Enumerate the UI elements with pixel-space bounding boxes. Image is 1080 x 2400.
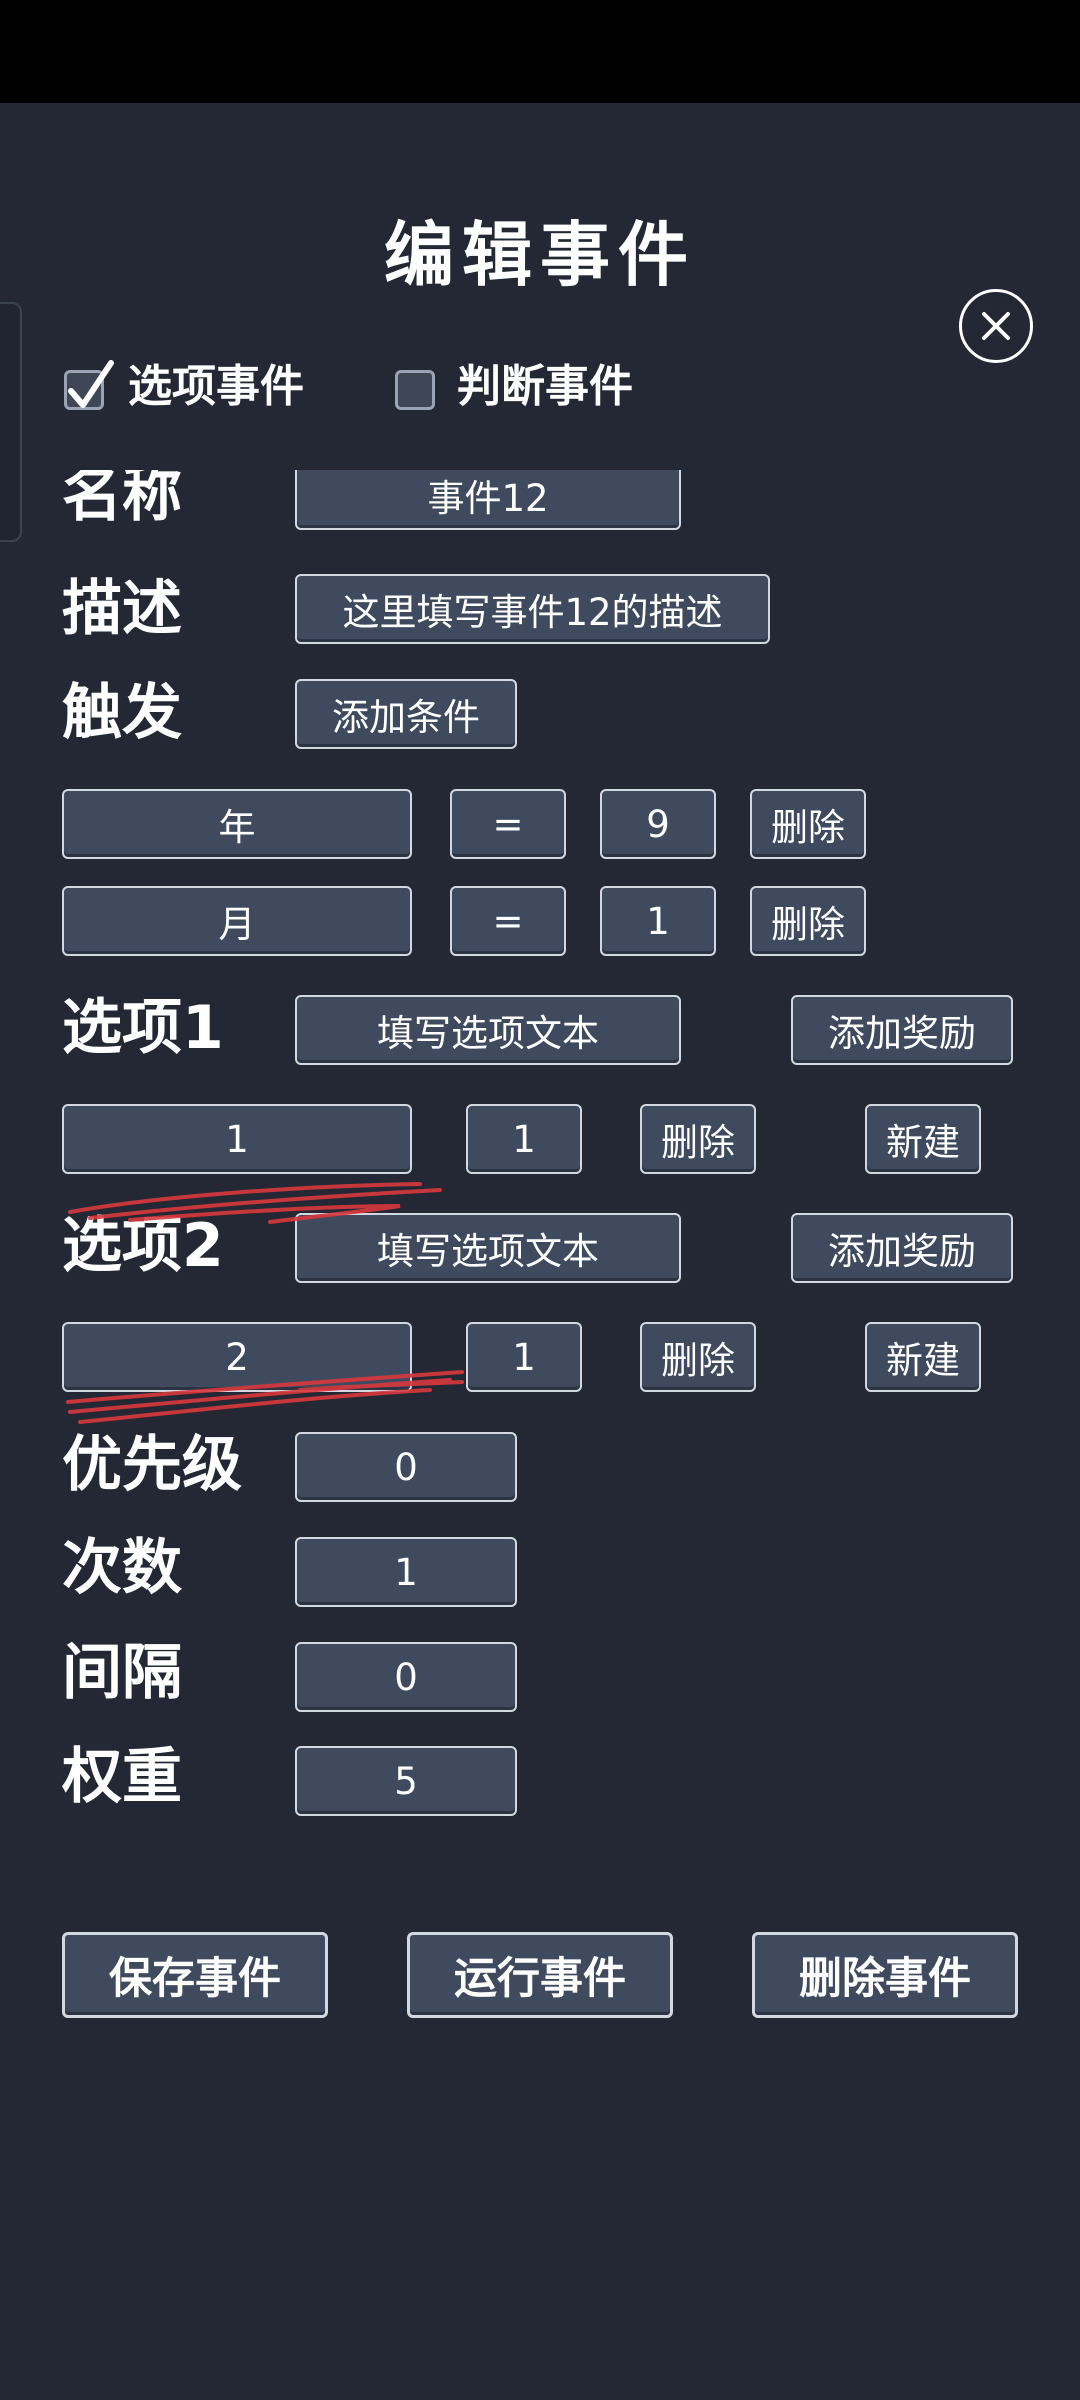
option1-label: 选项1 [62, 993, 224, 1063]
condition-operator-select[interactable]: = [450, 789, 566, 859]
condition-delete-button[interactable]: 删除 [750, 789, 866, 859]
condition-operator-select[interactable]: = [450, 886, 566, 956]
condition-field-select[interactable]: 年 [62, 789, 412, 859]
option2-text-field[interactable]: 填写选项文本 [295, 1213, 681, 1283]
checkmark-icon [68, 360, 114, 408]
option2-reward-amount-input[interactable]: 1 [466, 1322, 582, 1392]
option2-reward-new-button[interactable]: 新建 [865, 1322, 981, 1392]
page-title: 编辑事件 [384, 214, 696, 296]
name-label: 名称 [62, 470, 182, 530]
option2-reward-select[interactable]: 2 [62, 1322, 412, 1392]
option2-add-reward-button[interactable]: 添加奖励 [791, 1213, 1013, 1283]
option1-reward-amount-input[interactable]: 1 [466, 1104, 582, 1174]
option2-label: 选项2 [62, 1211, 224, 1281]
condition-value-input[interactable]: 9 [600, 789, 716, 859]
priority-label: 优先级 [62, 1430, 242, 1500]
condition-field-select[interactable]: 月 [62, 886, 412, 956]
save-event-button[interactable]: 保存事件 [62, 1932, 328, 2018]
run-event-button[interactable]: 运行事件 [407, 1932, 673, 2018]
add-condition-button[interactable]: 添加条件 [295, 679, 517, 749]
option1-reward-select[interactable]: 1 [62, 1104, 412, 1174]
judge-event-checkbox[interactable] [395, 370, 435, 410]
name-row: 名称 事件12 [0, 470, 1080, 540]
count-label: 次数 [62, 1533, 182, 1603]
count-input[interactable]: 1 [295, 1537, 517, 1607]
close-button[interactable] [959, 289, 1033, 363]
name-field[interactable]: 事件12 [295, 470, 681, 530]
weight-label: 权重 [62, 1742, 182, 1812]
interval-input[interactable]: 0 [295, 1642, 517, 1712]
option2-reward-delete-button[interactable]: 删除 [640, 1322, 756, 1392]
description-label: 描述 [62, 574, 182, 644]
option1-reward-new-button[interactable]: 新建 [865, 1104, 981, 1174]
trigger-label: 触发 [62, 678, 182, 748]
condition-value-input[interactable]: 1 [600, 886, 716, 956]
delete-event-button[interactable]: 删除事件 [752, 1932, 1018, 2018]
interval-label: 间隔 [62, 1638, 182, 1708]
status-bar [0, 0, 1080, 103]
option-event-label: 选项事件 [128, 361, 304, 412]
close-icon [982, 312, 1010, 340]
condition-delete-button[interactable]: 删除 [750, 886, 866, 956]
option1-text-field[interactable]: 填写选项文本 [295, 995, 681, 1065]
option1-reward-delete-button[interactable]: 删除 [640, 1104, 756, 1174]
priority-input[interactable]: 0 [295, 1432, 517, 1502]
description-field[interactable]: 这里填写事件12的描述 [295, 574, 770, 644]
option1-add-reward-button[interactable]: 添加奖励 [791, 995, 1013, 1065]
option-event-checkbox[interactable] [64, 360, 114, 410]
weight-input[interactable]: 5 [295, 1746, 517, 1816]
judge-event-label: 判断事件 [457, 361, 633, 412]
